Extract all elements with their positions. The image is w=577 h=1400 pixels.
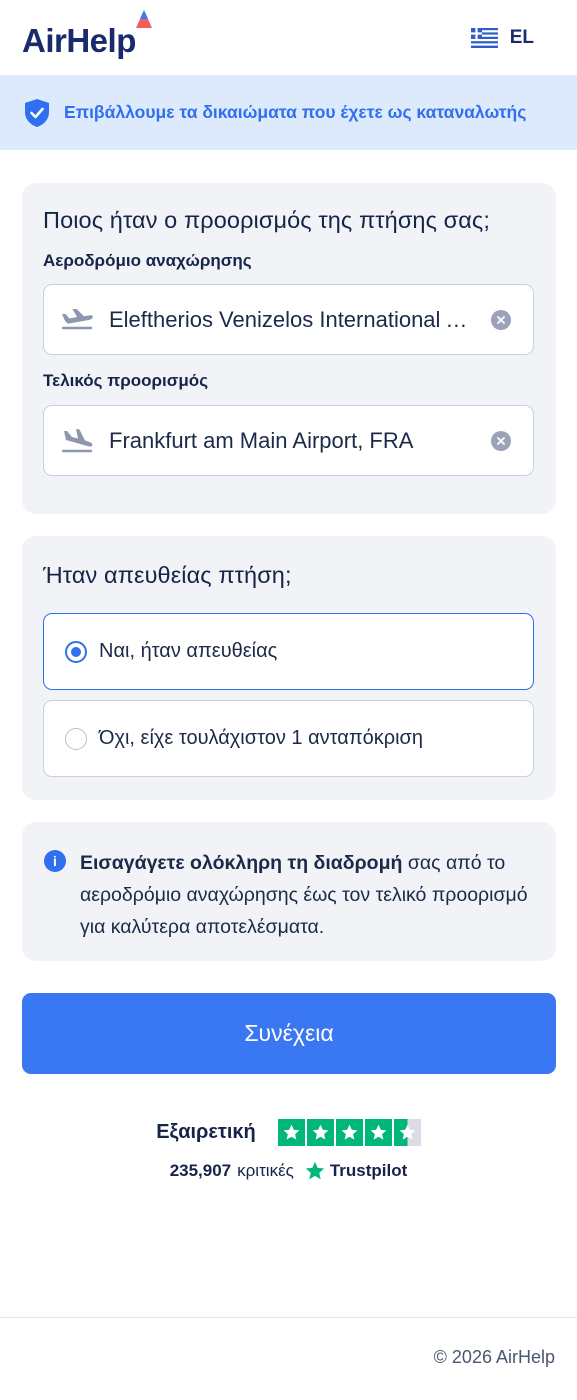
plane-takeoff-icon bbox=[61, 308, 93, 329]
info-card: i Εισαγάγετε ολόκληρη τη διαδρομή σας απ… bbox=[22, 822, 556, 961]
option-label: Ναι, ήταν απευθείας bbox=[99, 640, 278, 662]
trustpilot-star-icon bbox=[305, 1161, 325, 1180]
clear-arrival-button[interactable] bbox=[491, 431, 511, 451]
close-icon bbox=[497, 437, 505, 445]
departure-label: Αεροδρόμιο αναχώρησης bbox=[43, 251, 252, 270]
consumer-rights-banner: Επιβάλλουμε τα δικαιώματα που έχετε ως κ… bbox=[0, 75, 577, 150]
option-direct-no[interactable]: Όχι, είχε τουλάχιστον 1 ανταπόκριση bbox=[43, 700, 534, 777]
footer-copyright: © 2026 AirHelp bbox=[433, 1347, 555, 1367]
option-direct-yes[interactable]: Ναι, ήταν απευθείας bbox=[43, 613, 534, 690]
direct-flight-title: Ήταν απευθείας πτήση; bbox=[43, 562, 292, 588]
direct-flight-card: Ήταν απευθείας πτήση; Ναι, ήταν απευθεία… bbox=[22, 536, 556, 800]
continue-button[interactable]: Συνέχεια bbox=[22, 993, 556, 1074]
language-code: EL bbox=[509, 26, 534, 48]
review-word: κριτικές bbox=[237, 1161, 294, 1180]
star-icon bbox=[306, 1119, 334, 1146]
arrival-airport-field[interactable]: Frankfurt am Main Airport, FRA bbox=[43, 405, 534, 476]
half-star-icon bbox=[393, 1119, 421, 1146]
radio-button-selected[interactable] bbox=[65, 640, 87, 663]
route-card: Ποιος ήταν ο προορισμός της πτήσης σας; … bbox=[22, 183, 556, 514]
info-icon: i bbox=[44, 850, 66, 872]
route-title: Ποιος ήταν ο προορισμός της πτήσης σας; bbox=[43, 207, 490, 233]
banner-text: Επιβάλλουμε τα δικαιώματα που έχετε ως κ… bbox=[64, 102, 527, 122]
shield-check-icon bbox=[25, 98, 49, 127]
star-icon bbox=[277, 1119, 305, 1146]
info-text-bold: Εισαγάγετε ολόκληρη τη διαδρομή bbox=[80, 852, 403, 874]
header: AirHelp EL bbox=[0, 0, 577, 75]
review-count: 235,907 bbox=[169, 1161, 232, 1180]
star-icon bbox=[335, 1119, 363, 1146]
arrival-airport-value: Frankfurt am Main Airport, FRA bbox=[109, 427, 414, 453]
trustpilot-brand: Trustpilot bbox=[304, 1160, 407, 1182]
info-text: Εισαγάγετε ολόκληρη τη διαδρομή σας από … bbox=[80, 847, 534, 943]
arrival-label: Τελικός προορισμός bbox=[43, 371, 209, 390]
airhelp-logo[interactable]: AirHelp bbox=[22, 9, 152, 60]
footer-divider bbox=[0, 1317, 577, 1318]
language-selector[interactable]: EL bbox=[470, 26, 534, 49]
departure-airport-value: Eleftherios Venizelos International Airp… bbox=[109, 306, 481, 332]
rating-word: Εξαιρετική bbox=[156, 1121, 256, 1143]
radio-button[interactable] bbox=[65, 727, 87, 750]
option-label: Όχι, είχε τουλάχιστον 1 ανταπόκριση bbox=[99, 727, 424, 749]
clear-departure-button[interactable] bbox=[491, 310, 511, 330]
rating-stars bbox=[277, 1119, 421, 1146]
star-icon bbox=[364, 1119, 392, 1146]
greece-flag-icon bbox=[470, 27, 498, 48]
trustpilot-name: Trustpilot bbox=[329, 1161, 408, 1180]
trustpilot-reviews[interactable]: 235,907 κριτικές Trustpilot bbox=[0, 1160, 577, 1182]
departure-airport-field[interactable]: Eleftherios Venizelos International Airp… bbox=[43, 284, 534, 355]
trustpilot-rating[interactable]: Εξαιρετική bbox=[0, 1119, 577, 1146]
logo-mark-icon bbox=[135, 9, 152, 28]
close-icon bbox=[497, 316, 505, 324]
plane-landing-icon bbox=[61, 428, 93, 452]
